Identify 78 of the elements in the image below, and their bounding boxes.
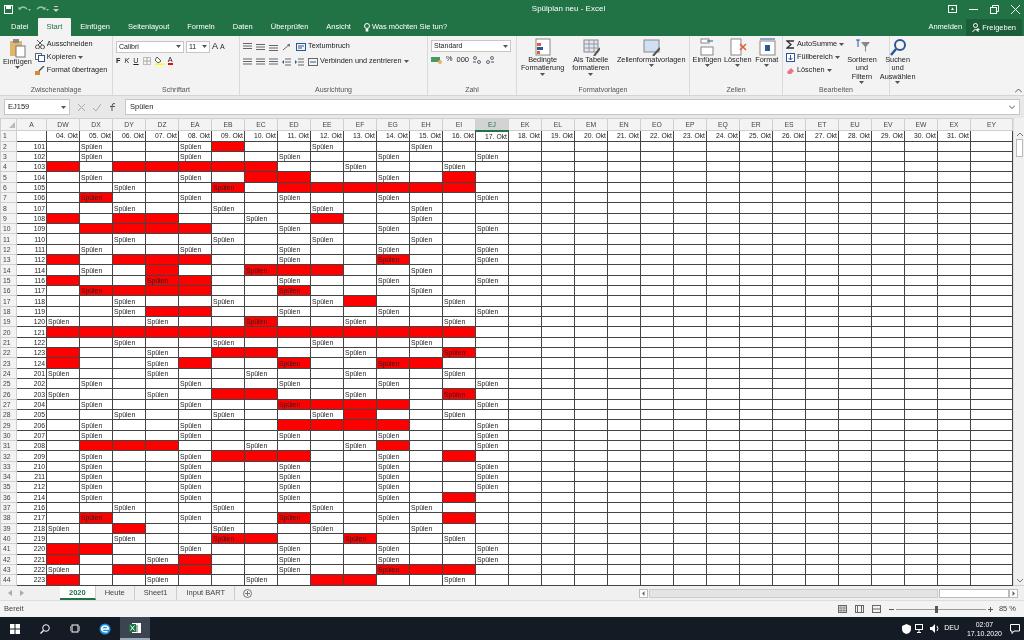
ribbon-display-icon[interactable] [948,5,957,13]
caret-icon[interactable] [588,72,594,76]
search-icon[interactable] [40,623,50,634]
align-middle-icon[interactable] [256,42,265,51]
caret-icon[interactable] [895,81,901,85]
align-bottom-icon[interactable] [269,42,278,51]
align-left-icon[interactable] [243,57,252,66]
fill-down-icon [786,53,795,62]
caret-icon[interactable] [176,45,181,49]
close-icon[interactable] [1011,4,1020,14]
redo-icon[interactable] [35,4,49,14]
merge-cells-icon [308,57,318,66]
slider-thumb[interactable] [935,605,939,613]
page-break-icon[interactable] [871,605,881,613]
table-brush-icon [581,38,600,56]
undo-icon[interactable] [17,4,31,14]
zoom-slider[interactable] [895,605,986,613]
caret-icon[interactable] [826,69,832,72]
grow-font-button[interactable]: A [212,40,218,54]
decrease-indent-icon[interactable] [282,57,291,66]
wrap-text-icon [296,42,306,51]
copy-icon [34,53,45,62]
caret-icon[interactable] [540,72,546,76]
task-view-icon[interactable] [70,624,80,633]
search-icon [888,38,907,56]
lightbulb-icon [363,22,370,32]
align-right-icon[interactable] [269,57,278,66]
zoom-in-icon[interactable] [987,606,993,612]
caret-icon[interactable] [764,64,770,68]
caret-icon[interactable] [704,64,710,68]
align-top-icon[interactable] [243,42,252,51]
scroll-left-icon[interactable] [639,588,648,598]
horizontal-scrollbar[interactable] [649,588,938,598]
shield-icon[interactable] [902,623,912,634]
restore-icon[interactable] [990,4,999,14]
zoom-out-icon[interactable] [888,606,894,612]
scrollbar-thumb[interactable] [1016,139,1023,157]
caret-icon[interactable] [648,64,654,68]
orientation-icon[interactable] [282,42,292,51]
windows-icon [10,623,20,634]
caret-icon[interactable] [78,56,84,59]
scroll-down-icon[interactable] [1014,577,1024,585]
speaker-icon[interactable] [930,624,941,633]
scroll-up-icon[interactable] [1014,130,1024,138]
caret-icon[interactable] [14,66,20,70]
increase-decimal-icon[interactable] [473,55,482,64]
scroll-right-icon[interactable] [1009,588,1018,598]
spreadsheet-app-icon[interactable] [129,621,141,634]
function-icon[interactable] [109,103,117,111]
align-center-icon[interactable] [256,57,265,66]
caret-icon[interactable] [735,64,741,68]
save-icon[interactable] [4,4,13,14]
browser-icon[interactable] [99,622,111,635]
decrease-decimal-icon[interactable] [486,55,495,64]
increase-indent-icon[interactable] [295,57,304,66]
caret-icon[interactable] [503,44,508,48]
caret-icon[interactable] [834,56,840,59]
customize-icon[interactable] [53,5,59,13]
caret-icon[interactable] [839,43,845,46]
caret-icon[interactable] [61,105,66,109]
notification-icon[interactable] [1010,623,1020,634]
window-title: Spülplan neu - Excel [530,3,607,15]
normal-view-icon[interactable] [837,605,847,613]
caret-icon[interactable] [202,45,207,49]
currency-icon[interactable] [431,55,442,64]
scrollbar-thumb[interactable] [939,588,1009,598]
brush-icon [34,66,45,75]
fill-color-icon[interactable] [154,56,164,66]
scissors-icon [34,40,45,49]
caret-icon[interactable] [403,60,409,63]
cell-brush-icon [642,38,661,56]
page-layout-icon[interactable] [854,605,864,613]
caret-icon[interactable] [859,81,865,85]
add-sheet-icon[interactable] [243,588,253,598]
eraser-icon [786,66,795,75]
person-icon [972,23,981,32]
sum-icon [786,40,795,49]
collapse-ribbon-icon[interactable] [1015,88,1022,93]
